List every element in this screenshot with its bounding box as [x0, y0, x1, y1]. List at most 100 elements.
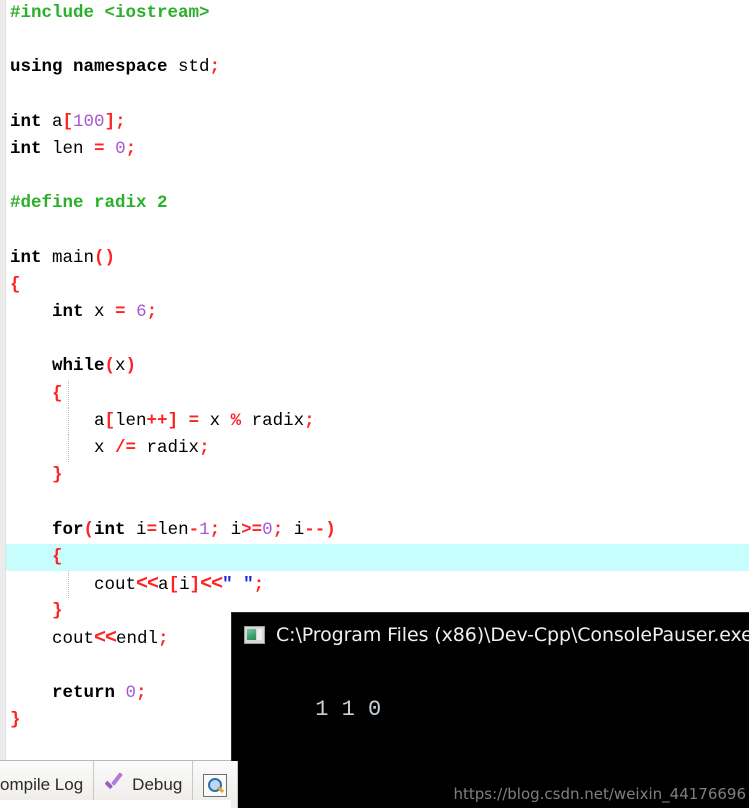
code-token: { [10, 383, 63, 404]
code-token: ] [189, 574, 201, 595]
code-token: ; [199, 438, 210, 458]
screenshot-root: #include <iostream> using namespace std;… [0, 0, 749, 808]
code-token: 1 [199, 519, 210, 540]
code-token: a [52, 111, 63, 132]
code-token: ; [115, 111, 126, 132]
code-token: len [52, 138, 95, 159]
code-token: () [94, 247, 116, 268]
code-token: { [10, 274, 21, 295]
code-token: a [10, 410, 105, 431]
code-token: << [94, 627, 117, 651]
code-line[interactable]: int len = 0; [6, 136, 749, 163]
indent-guide [68, 380, 69, 408]
code-token: ( [83, 519, 95, 540]
code-token: len [157, 519, 189, 540]
code-line[interactable]: #include <iostream> [6, 0, 749, 27]
code-token: i [220, 519, 242, 540]
code-token: ; [272, 519, 284, 540]
code-token: " " [222, 574, 254, 595]
code-token: } [10, 709, 21, 730]
code-line[interactable]: int a[100]; [6, 109, 749, 136]
code-token: >= [241, 519, 263, 540]
code-token: endl [116, 629, 159, 650]
code-token: ; [304, 410, 315, 431]
code-token: = [188, 410, 200, 431]
code-token: ; [125, 138, 137, 159]
code-token: /= [115, 438, 137, 458]
code-token: cout [10, 629, 95, 650]
code-token: ; [209, 519, 221, 540]
console-output-area[interactable]: 1 1 0 -------------------------------- P… [232, 657, 749, 808]
code-token: ; [158, 629, 169, 650]
code-line[interactable] [6, 163, 749, 190]
code-line[interactable]: using namespace std; [6, 54, 749, 81]
code-token: } [10, 465, 63, 486]
code-token: #define radix 2 [10, 193, 168, 214]
code-line[interactable]: cout<<a[i]<<" "; [6, 570, 749, 599]
code-token: int [10, 247, 53, 268]
code-line[interactable] [6, 82, 749, 109]
code-token: ) [125, 356, 137, 377]
code-token: cout [10, 574, 137, 595]
code-token: [ [168, 574, 180, 595]
code-token: ] [104, 111, 116, 132]
code-token: } [10, 601, 63, 622]
code-token: = [115, 302, 126, 323]
code-line[interactable] [6, 27, 749, 54]
console-titlebar[interactable]: C:\Program Files (x86)\Dev-Cpp\ConsolePa… [232, 613, 749, 657]
code-line[interactable]: a[len++] = x % radix; [6, 407, 749, 435]
code-token: << [200, 572, 223, 596]
tab-compile-log-label: ompile Log [0, 775, 84, 794]
code-line[interactable]: while(x) [6, 353, 749, 380]
code-token: 0 [115, 138, 126, 159]
code-line[interactable]: } [6, 462, 749, 489]
code-token: int [94, 519, 137, 540]
code-line[interactable]: int x = 6; [6, 299, 749, 326]
code-line[interactable] [6, 326, 749, 353]
code-token: 0 [125, 682, 137, 703]
code-token: while [10, 356, 105, 377]
code-line[interactable]: #define radix 2 [6, 190, 749, 217]
code-token: << [136, 572, 159, 596]
code-line[interactable]: x /= radix; [6, 435, 749, 463]
console-window[interactable]: C:\Program Files (x86)\Dev-Cpp\ConsolePa… [231, 612, 749, 808]
code-token: i [283, 519, 305, 540]
indent-guide [68, 435, 69, 463]
console-program-output: 1 1 0 [315, 697, 382, 722]
code-line[interactable]: { [6, 380, 749, 408]
code-token: ; [146, 302, 158, 323]
code-token: int [10, 138, 53, 159]
code-token: len [115, 410, 147, 431]
code-token: radix [241, 410, 305, 431]
code-token: % [230, 410, 242, 431]
code-line[interactable]: { [6, 543, 749, 571]
code-token: a [158, 574, 169, 595]
code-token: 6 [136, 302, 147, 323]
console-title-text: C:\Program Files (x86)\Dev-Cpp\ConsolePa… [276, 624, 749, 646]
indent-guide [68, 407, 69, 435]
code-line[interactable]: int main() [6, 245, 749, 272]
code-line[interactable]: for(int i=len-1; i>=0; i--) [6, 517, 749, 544]
code-token: [ [62, 111, 74, 132]
code-token: int [10, 302, 95, 323]
code-line[interactable] [6, 218, 749, 245]
code-token: i [179, 574, 190, 595]
code-token: int [10, 111, 53, 132]
code-token: ; [136, 682, 147, 703]
code-token: using namespace [10, 57, 179, 78]
code-token: x [94, 302, 116, 323]
code-token: ] [167, 410, 179, 431]
code-token: ; [209, 57, 221, 78]
code-line[interactable]: { [6, 272, 749, 299]
code-token: ++ [146, 410, 168, 431]
code-token: 0 [262, 519, 273, 540]
code-token: = [146, 519, 158, 540]
code-token: ; [253, 574, 265, 595]
code-token: x [115, 356, 126, 377]
code-token: { [10, 546, 63, 567]
code-token: return [10, 682, 126, 703]
code-line[interactable] [6, 489, 749, 516]
